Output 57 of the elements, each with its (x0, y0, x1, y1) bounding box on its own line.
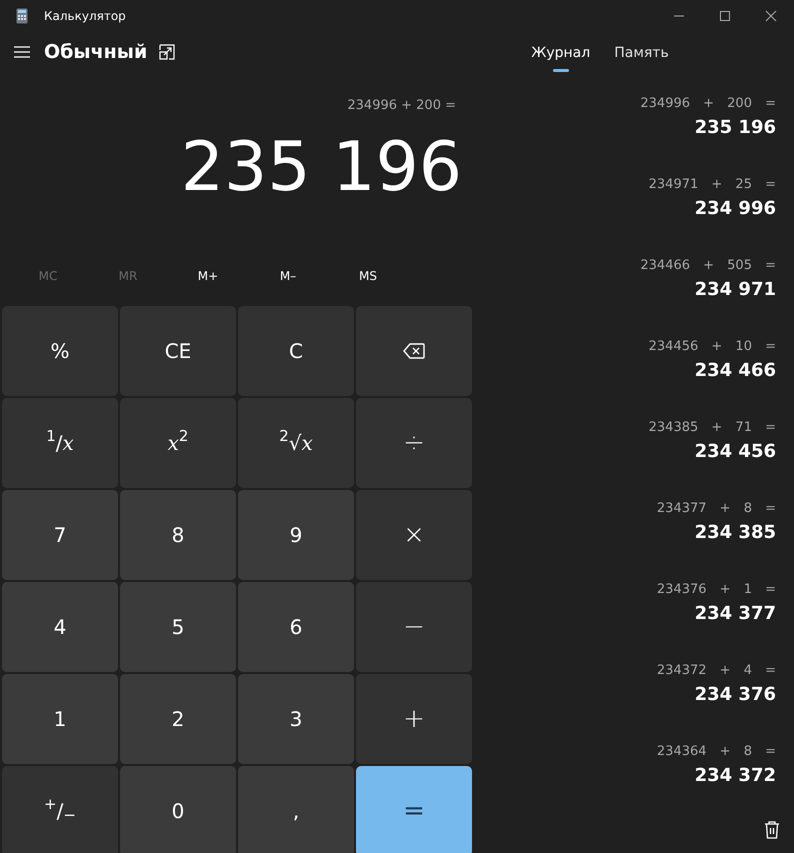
key-button[interactable]: x$^{2}$ (120, 398, 236, 488)
calculator-icon (16, 8, 28, 24)
expression-text: 234996 + 200 = (346, 97, 457, 115)
history-expression: 234376 + 1 = (656, 581, 776, 599)
key-button[interactable]: , (238, 766, 354, 853)
key-button[interactable]: 8 (120, 490, 236, 580)
history-result: 234 466 (694, 358, 776, 382)
history-result: 234 971 (694, 278, 776, 302)
key-button[interactable]: = (356, 766, 472, 853)
history-tab[interactable]: Журнал (531, 43, 590, 72)
memory-button[interactable]: M+ (168, 261, 248, 291)
key-button[interactable]: 2 (120, 674, 236, 764)
history-expression: 234971 + 25 = (648, 176, 776, 194)
key-button[interactable]: 3 (238, 674, 354, 764)
key-button[interactable]: ÷ (356, 398, 472, 488)
history-expression: 234996 + 200 = (639, 95, 776, 113)
key-button[interactable]: C (238, 306, 354, 396)
mode-title: Обычный (44, 40, 148, 65)
history-result: 234 996 (694, 196, 776, 220)
keep-on-top-icon (159, 44, 176, 60)
key-button[interactable]: CE (120, 306, 236, 396)
key-button[interactable]: 0 (120, 766, 236, 853)
history-result: 234 377 (694, 602, 776, 626)
history-expression: 234364 + 8 = (656, 743, 776, 761)
history-expression: 234377 + 8 = (656, 500, 776, 518)
memory-button[interactable]: M– (248, 261, 328, 291)
history-result: 235 196 (694, 116, 776, 140)
history-expression: 234372 + 4 = (656, 662, 776, 680)
key-button[interactable]: $^{1}$/x (2, 398, 118, 488)
key-button[interactable]: + (356, 674, 472, 764)
key-button[interactable]: 9 (238, 490, 354, 580)
key-button[interactable]: 4 (2, 582, 118, 672)
trash-icon (764, 820, 780, 839)
key-button[interactable]: $^{+}$/$_{−}$ (2, 766, 118, 853)
history-expression: 234385 + 71 = (648, 419, 776, 437)
key-button[interactable]: 7 (2, 490, 118, 580)
backspace-icon (403, 343, 425, 359)
maximize-icon (720, 11, 730, 21)
key-button[interactable]: 5 (120, 582, 236, 672)
history-result: 234 385 (694, 520, 776, 544)
key-button[interactable]: $^{2}$√x (238, 398, 354, 488)
history-result: 234 456 (694, 440, 776, 464)
history-expression: 234466 + 505 = (639, 257, 776, 275)
history-result: 234 376 (694, 682, 776, 706)
key-button[interactable]: − (356, 582, 472, 672)
memory-button[interactable]: MS (328, 261, 408, 291)
close-icon (765, 10, 777, 22)
key-button[interactable]: × (356, 490, 472, 580)
history-expression: 234456 + 10 = (648, 338, 776, 356)
menu-icon (14, 46, 30, 58)
history-result: 234 372 (694, 764, 776, 788)
key-button[interactable]: % (2, 306, 118, 396)
history-tab[interactable]: Память (614, 43, 669, 72)
result-display: 235 196 (180, 127, 463, 209)
window-title: Калькулятор (44, 8, 126, 25)
key-button[interactable]: 1 (2, 674, 118, 764)
key-button[interactable]: 6 (238, 582, 354, 672)
